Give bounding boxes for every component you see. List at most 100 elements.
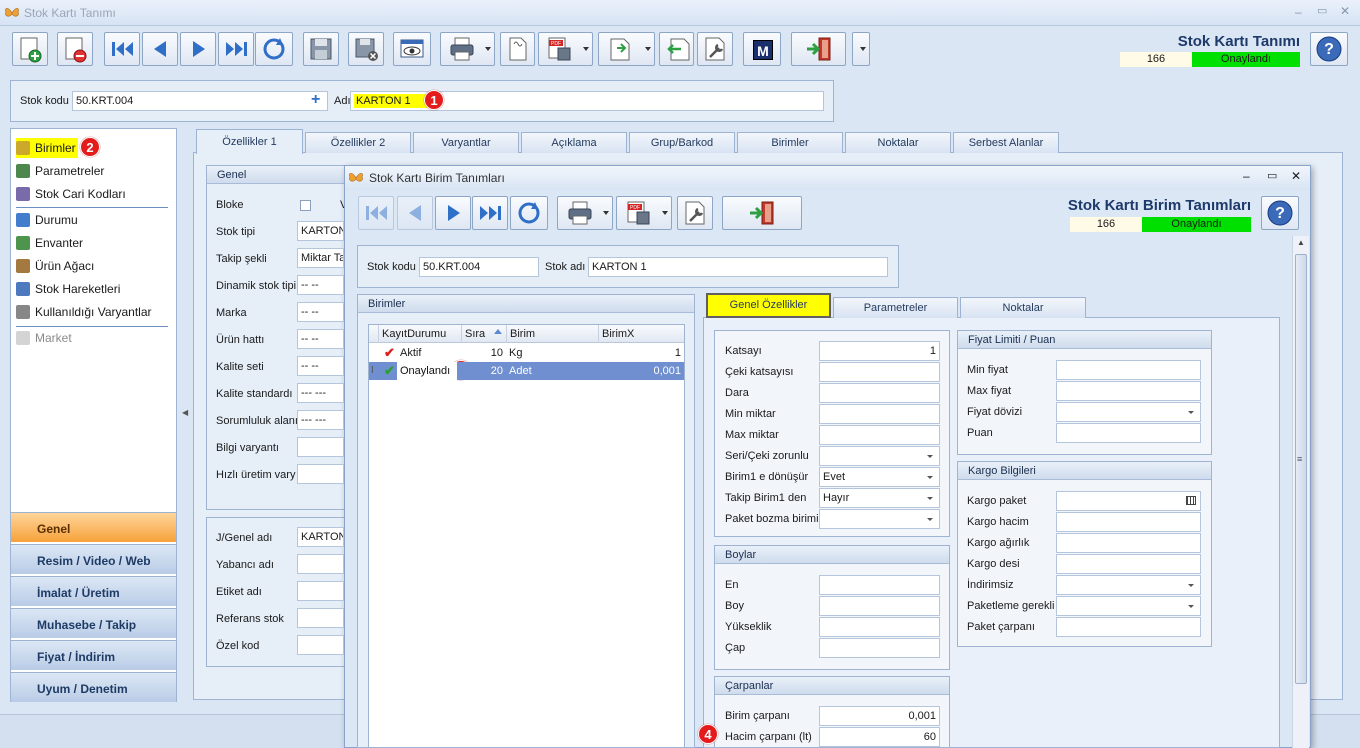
dialog-previous-button[interactable]	[397, 196, 433, 230]
dialog-pdf-button[interactable]: PDF	[616, 196, 672, 230]
settings-button[interactable]	[697, 32, 733, 66]
genel-field-input[interactable]: -- --	[297, 275, 344, 295]
sidebar-item-units[interactable]: Birimler	[16, 138, 78, 158]
names-field-input[interactable]	[297, 554, 344, 574]
dropdown-arrow-icon[interactable]	[603, 211, 609, 215]
next-record-button[interactable]	[180, 32, 216, 66]
refresh-button[interactable]	[255, 32, 293, 66]
names-field-input[interactable]	[297, 581, 344, 601]
dialog-last-button[interactable]	[472, 196, 508, 230]
genel-field-input[interactable]: -- --	[297, 356, 344, 376]
price-limit-input[interactable]	[1056, 402, 1201, 422]
dialog-minimize-icon[interactable]: –	[1243, 169, 1250, 183]
multiplier-input[interactable]: 0,001	[819, 706, 940, 726]
sidebar-item-customer-codes[interactable]: Stok Cari Kodları	[16, 184, 126, 204]
grid-column-header[interactable]: BirimX	[598, 325, 684, 343]
genel-field-input[interactable]: --- ---	[297, 410, 344, 430]
dialog-help-button[interactable]: ?	[1261, 196, 1299, 230]
dropdown-arrow-icon[interactable]	[645, 47, 651, 51]
tab-5[interactable]: Birimler	[737, 132, 843, 153]
m-button[interactable]: M	[743, 32, 781, 66]
dialog-exit-button[interactable]	[722, 196, 802, 230]
dimension-input[interactable]	[819, 638, 940, 658]
sidebar-item-inventory[interactable]: Envanter	[16, 233, 83, 253]
save-button[interactable]	[303, 32, 339, 66]
nav-button-0[interactable]: Genel	[11, 512, 176, 542]
grid-column-header[interactable]: KayıtDurumu	[378, 325, 461, 343]
tab-2[interactable]: Varyantlar	[413, 132, 519, 153]
cargo-input[interactable]	[1056, 596, 1201, 616]
cargo-input[interactable]	[1056, 617, 1201, 637]
genel-field-input[interactable]: -- --	[297, 302, 344, 322]
names-field-input[interactable]	[297, 635, 344, 655]
dropdown-arrow-icon[interactable]	[662, 211, 668, 215]
tab-7[interactable]: Serbest Alanlar	[953, 132, 1059, 153]
dialog-refresh-button[interactable]	[510, 196, 548, 230]
name-input[interactable]: KARTON 1	[350, 91, 824, 111]
tab-6[interactable]: Noktalar	[845, 132, 951, 153]
new-record-button[interactable]	[12, 32, 48, 66]
dropdown-arrow-icon[interactable]	[1188, 605, 1194, 608]
save-and-close-button[interactable]	[348, 32, 384, 66]
general-property-input[interactable]	[819, 509, 940, 529]
dialog-maximize-icon[interactable]: ▭	[1267, 169, 1277, 182]
genel-field-input[interactable]: KARTON	[297, 221, 344, 241]
nav-button-2[interactable]: İmalat / Üretim	[11, 576, 176, 606]
dropdown-arrow-icon[interactable]	[583, 47, 589, 51]
page-setup-button[interactable]	[500, 32, 535, 66]
minimize-icon[interactable]: –	[1295, 5, 1302, 19]
dropdown-arrow-icon[interactable]	[927, 455, 933, 458]
general-property-input[interactable]: Hayır	[819, 488, 940, 508]
genel-field-input[interactable]	[297, 464, 344, 484]
dialog-settings-button[interactable]	[677, 196, 713, 230]
general-property-input[interactable]	[819, 362, 940, 382]
preview-button[interactable]	[393, 32, 431, 66]
general-property-input[interactable]: 1	[819, 341, 940, 361]
exit-button[interactable]	[791, 32, 846, 66]
help-button[interactable]: ?	[1310, 32, 1348, 66]
vertical-scrollbar[interactable]: ▲ ≡	[1292, 236, 1309, 748]
sidebar-item-status[interactable]: Durumu	[16, 210, 78, 230]
bloke-checkbox[interactable]	[300, 200, 311, 211]
price-limit-input[interactable]	[1056, 360, 1201, 380]
dropdown-arrow-icon[interactable]	[927, 476, 933, 479]
cargo-input[interactable]	[1056, 491, 1201, 511]
general-property-input[interactable]	[819, 383, 940, 403]
export-button[interactable]	[598, 32, 655, 66]
splitter-arrow-icon[interactable]: ◀	[182, 408, 188, 417]
dimension-input[interactable]	[819, 575, 940, 595]
sidebar-item-parameters[interactable]: Parametreler	[16, 161, 104, 181]
tab-3[interactable]: Açıklama	[521, 132, 627, 153]
names-field-input[interactable]: KARTON	[297, 527, 344, 547]
stock-code-input[interactable]: 50.KRT.004	[72, 91, 328, 111]
genel-field-input[interactable]: -- --	[297, 329, 344, 349]
nav-button-4[interactable]: Fiyat / İndirim	[11, 640, 176, 670]
dialog-print-button[interactable]	[557, 196, 613, 230]
import-button[interactable]	[659, 32, 694, 66]
add-icon[interactable]: +	[311, 91, 320, 109]
tab-4[interactable]: Grup/Barkod	[629, 132, 735, 153]
sidebar-item-variants[interactable]: Kullanıldığı Varyantlar	[16, 302, 152, 322]
dropdown-arrow-icon[interactable]	[927, 497, 933, 500]
dialog-stock-code-input[interactable]: 50.KRT.004	[419, 257, 539, 277]
genel-field-input[interactable]: Miktar Ta	[297, 248, 344, 268]
dialog-close-icon[interactable]: ✕	[1291, 169, 1301, 183]
first-record-button[interactable]	[104, 32, 140, 66]
last-record-button[interactable]	[218, 32, 254, 66]
print-button[interactable]	[440, 32, 495, 66]
multiplier-input[interactable]: 60	[819, 727, 940, 747]
general-property-input[interactable]	[819, 446, 940, 466]
exit-menu-button[interactable]	[852, 32, 870, 66]
sidebar-item-stock-movements[interactable]: Stok Hareketleri	[16, 279, 120, 299]
scroll-up-icon[interactable]: ▲	[1297, 238, 1305, 247]
grid-column-header[interactable]: Sıra	[461, 325, 506, 343]
tab-0[interactable]: Özellikler 1	[196, 129, 303, 154]
sidebar-item-market[interactable]: Market	[16, 328, 72, 348]
dialog-stock-name-input[interactable]: KARTON 1	[588, 257, 888, 277]
previous-record-button[interactable]	[142, 32, 178, 66]
grid-column-header[interactable]: Birim	[506, 325, 598, 343]
general-property-input[interactable]	[819, 425, 940, 445]
cargo-input[interactable]	[1056, 533, 1201, 553]
dropdown-arrow-icon[interactable]	[1188, 584, 1194, 587]
cargo-input[interactable]	[1056, 554, 1201, 574]
